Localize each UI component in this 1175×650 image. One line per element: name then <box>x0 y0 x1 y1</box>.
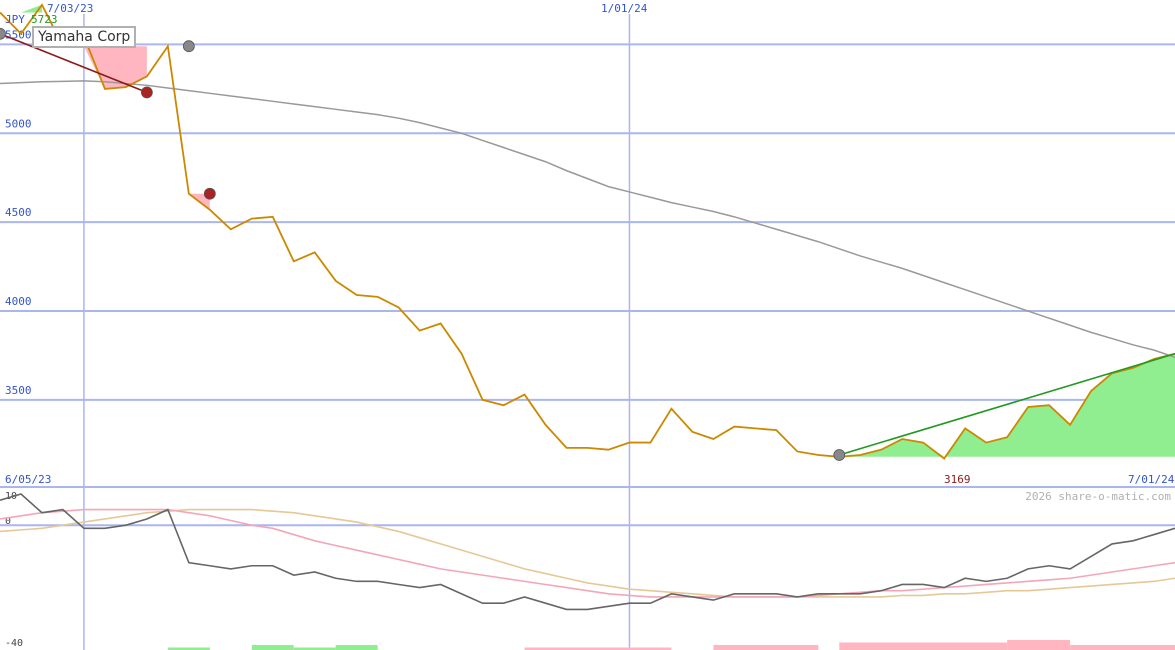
oscillator-line <box>0 508 1175 598</box>
low-value-label: 3169 <box>944 473 971 486</box>
volume-bar <box>1007 640 1071 650</box>
volume-bar <box>839 642 1008 650</box>
y-tick-label: 4500 <box>5 206 32 219</box>
shaded-region <box>0 4 42 13</box>
pivot-marker <box>203 187 216 200</box>
x-tick-label-jul23: 7/03/23 <box>47 2 93 15</box>
pivot-marker <box>833 449 846 461</box>
price-panel: 35004000450050005500 <box>0 3 1175 650</box>
moving-average-line <box>0 80 1175 358</box>
x-range-end-label: 7/01/24 <box>1128 473 1175 486</box>
volume-bar <box>251 645 294 650</box>
volume-bar <box>713 645 819 650</box>
x-tick-label-jan24: 1/01/24 <box>601 2 648 15</box>
oscillator-tick-label: -40 <box>5 638 23 649</box>
pivot-marker <box>140 86 153 99</box>
oscillator-panel: 100-40 <box>0 491 1175 650</box>
stock-chart: 35004000450050005500 100-40 JPY 5723 7/0… <box>0 2 1175 650</box>
volume-bar <box>1070 645 1175 650</box>
watermark: 2026 share-o-matic.com <box>1025 490 1171 503</box>
price-line <box>0 3 1175 460</box>
y-tick-label: 3500 <box>5 384 32 397</box>
y-tick-label: 5000 <box>5 117 32 130</box>
chart-title: Yamaha Corp <box>32 26 137 48</box>
volume-bar <box>335 645 378 650</box>
y-tick-label: 4000 <box>5 295 32 308</box>
pivot-marker <box>182 40 195 53</box>
x-range-start-label: 6/05/23 <box>5 473 51 486</box>
currency-label: JPY <box>5 13 25 26</box>
